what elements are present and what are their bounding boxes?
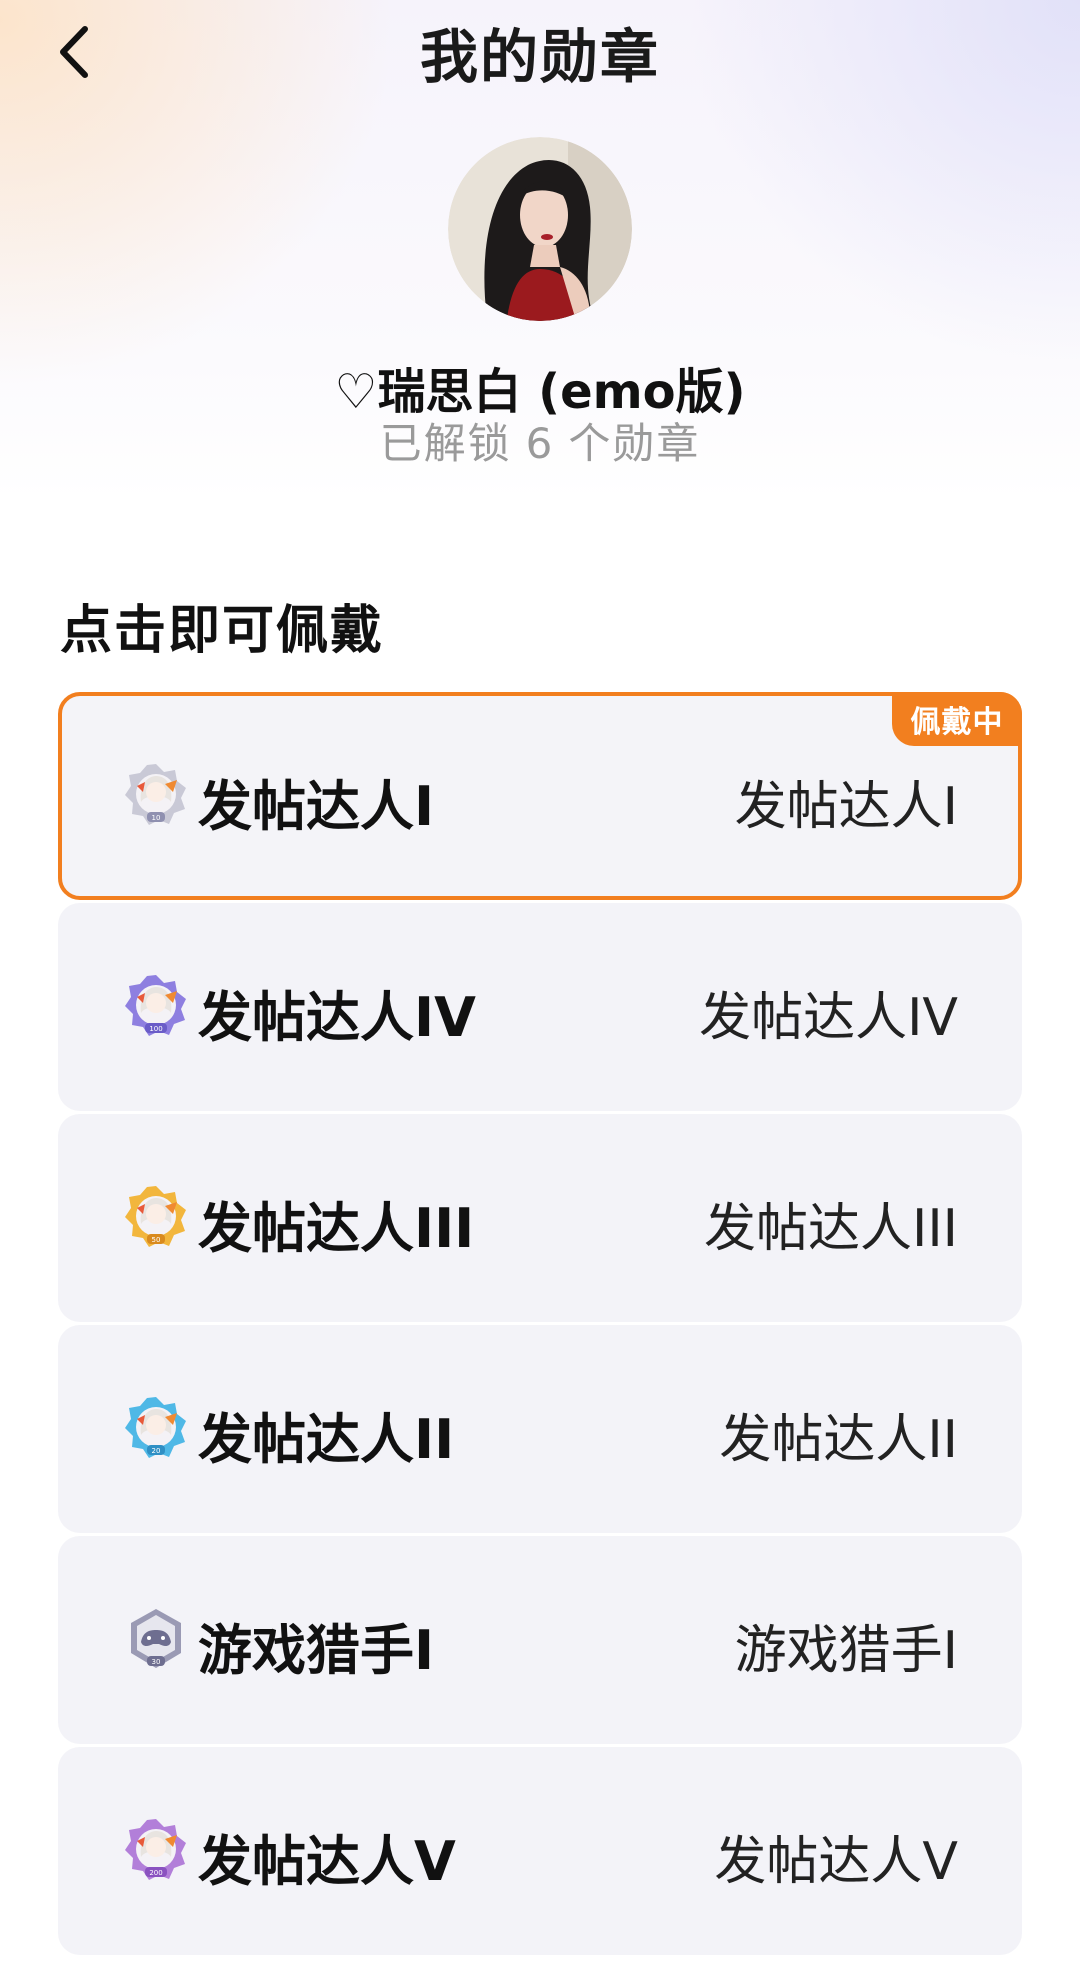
badge-list: 佩戴中 10 发帖达人I 发帖达人I 100 发帖达人IV 发帖达人IV 50 …	[58, 692, 1022, 1958]
badge-card[interactable]: 30 游戏猎手I 游戏猎手I	[58, 1536, 1022, 1744]
svg-text:20: 20	[152, 1447, 161, 1455]
badge-icon: 50	[125, 1186, 186, 1247]
badge-description: 发帖达人II	[719, 1410, 958, 1470]
unlock-suffix: 个勋章	[568, 419, 701, 468]
badge-name: 发帖达人V	[198, 1830, 456, 1893]
svg-text:100: 100	[149, 1025, 162, 1033]
badge-description: 发帖达人IV	[699, 988, 958, 1048]
badge-card[interactable]: 100 发帖达人IV 发帖达人IV	[58, 903, 1022, 1111]
unlock-summary: 已解锁 6 个勋章	[0, 410, 1080, 471]
badge-icon: 100	[125, 975, 186, 1036]
wearing-tag: 佩戴中	[892, 692, 1022, 746]
badge-description: 发帖达人V	[714, 1832, 958, 1892]
svg-text:30: 30	[152, 1658, 161, 1666]
badge-card[interactable]: 20 发帖达人II 发帖达人II	[58, 1325, 1022, 1533]
badge-card[interactable]: 50 发帖达人III 发帖达人III	[58, 1114, 1022, 1322]
badge-card[interactable]: 200 发帖达人V 发帖达人V	[58, 1747, 1022, 1955]
unlock-count: 6	[525, 419, 555, 468]
badge-page: 我的勋章 ♡瑞思白 (emo版) 已解锁 6 个勋章 点击即可佩戴 佩戴中 10…	[0, 0, 1080, 1979]
badge-icon: 200	[125, 1819, 186, 1880]
unlock-prefix: 已解锁	[379, 419, 512, 468]
svg-text:50: 50	[152, 1236, 161, 1244]
badge-name: 发帖达人IV	[198, 986, 476, 1049]
badge-icon: 10	[125, 764, 186, 825]
badge-icon: 20	[125, 1397, 186, 1458]
svg-text:200: 200	[149, 1869, 162, 1877]
badge-card[interactable]: 佩戴中 10 发帖达人I 发帖达人I	[58, 692, 1022, 900]
svg-text:10: 10	[152, 814, 161, 822]
section-title: 点击即可佩戴	[60, 601, 385, 661]
badge-name: 发帖达人III	[198, 1197, 475, 1260]
badge-name: 游戏猎手I	[198, 1619, 435, 1682]
badge-icon: 30	[131, 1609, 181, 1668]
badge-description: 游戏猎手I	[734, 1621, 958, 1681]
badge-name: 发帖达人I	[198, 775, 435, 838]
badge-name: 发帖达人II	[198, 1408, 455, 1471]
badge-description: 发帖达人III	[703, 1199, 958, 1259]
avatar[interactable]	[448, 137, 632, 321]
badge-description: 发帖达人I	[734, 777, 958, 837]
page-title: 我的勋章	[419, 23, 660, 91]
